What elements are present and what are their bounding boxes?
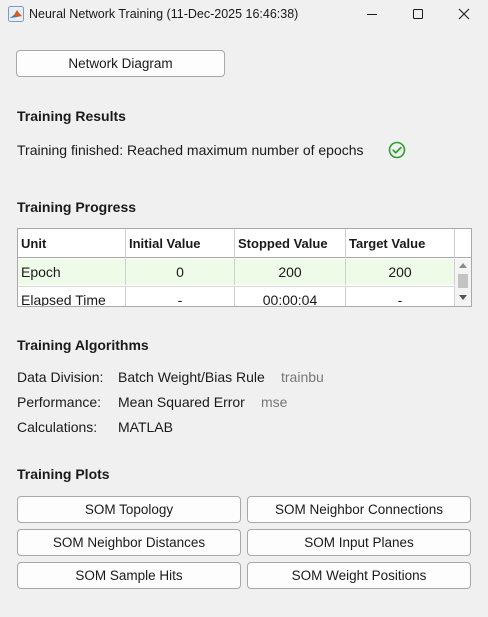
training-status-text: Training finished: Reached maximum numbe…: [17, 142, 364, 158]
som-neighbor-connections-button[interactable]: SOM Neighbor Connections: [247, 496, 471, 523]
table-cell: -: [346, 287, 455, 306]
training-plots-heading: Training Plots: [17, 466, 110, 482]
calculations-label: Calculations:: [17, 419, 98, 435]
table-cell: 0: [126, 259, 235, 285]
calculations-value: MATLAB: [118, 419, 173, 435]
som-topology-button[interactable]: SOM Topology: [17, 496, 241, 523]
scroll-up-icon[interactable]: [459, 263, 467, 268]
table-row: Epoch 0 200 200: [18, 259, 455, 285]
table-row: Elapsed Time - 00:00:04 -: [18, 286, 455, 306]
network-diagram-button[interactable]: Network Diagram: [16, 50, 225, 77]
minimize-icon: [367, 14, 377, 15]
table-cell: Epoch: [18, 259, 126, 285]
som-weight-positions-button[interactable]: SOM Weight Positions: [247, 562, 471, 589]
data-division-label: Data Division:: [17, 369, 104, 385]
data-division-value: Batch Weight/Bias Rule: [118, 369, 265, 385]
maximize-icon: [413, 9, 423, 19]
scrollbar-thumb[interactable]: [458, 274, 468, 288]
maximize-button[interactable]: [395, 0, 441, 28]
title-bar: Neural Network Training (11-Dec-2025 16:…: [0, 0, 488, 28]
performance-label: Performance:: [17, 394, 102, 410]
table-scrollbar[interactable]: [455, 259, 471, 306]
training-results-heading: Training Results: [17, 108, 126, 124]
scroll-down-icon[interactable]: [459, 295, 467, 300]
table-cell: 200: [346, 259, 455, 285]
close-button[interactable]: [441, 0, 487, 28]
check-circle-icon: [388, 141, 406, 159]
table-cell: 200: [235, 259, 346, 285]
table-cell: Elapsed Time: [18, 287, 126, 306]
som-sample-hits-button[interactable]: SOM Sample Hits: [17, 562, 241, 589]
column-header-unit[interactable]: Unit: [18, 229, 126, 258]
som-input-planes-button[interactable]: SOM Input Planes: [247, 529, 471, 556]
column-header-target-value[interactable]: Target Value: [346, 229, 455, 258]
column-header-initial-value[interactable]: Initial Value: [126, 229, 235, 258]
performance-code: mse: [261, 394, 288, 410]
minimize-button[interactable]: [349, 0, 395, 28]
window-title: Neural Network Training (11-Dec-2025 16:…: [29, 7, 299, 21]
progress-table: Unit Initial Value Stopped Value Target …: [17, 228, 472, 307]
table-cell: 00:00:04: [235, 287, 346, 306]
som-neighbor-distances-button[interactable]: SOM Neighbor Distances: [17, 529, 241, 556]
table-cell: -: [126, 287, 235, 306]
matlab-icon: [8, 6, 24, 22]
training-algorithms-heading: Training Algorithms: [17, 337, 149, 353]
close-icon: [458, 8, 470, 20]
data-division-code: trainbu: [281, 369, 324, 385]
training-progress-heading: Training Progress: [17, 199, 137, 215]
column-header-stopped-value[interactable]: Stopped Value: [235, 229, 346, 258]
performance-value: Mean Squared Error: [118, 394, 245, 410]
table-header: Unit Initial Value Stopped Value Target …: [18, 229, 471, 258]
